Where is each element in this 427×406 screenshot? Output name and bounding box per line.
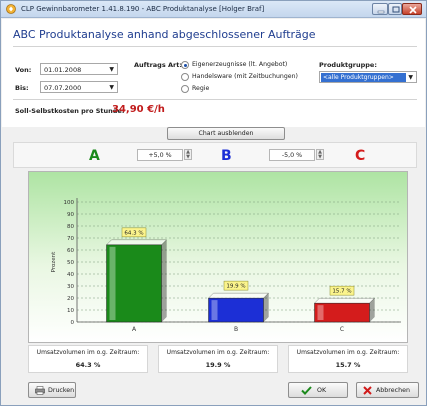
data-label: 19.9 % <box>226 284 245 290</box>
volume-value: 64.3 % <box>75 361 101 369</box>
y-tick-label: 90 <box>67 212 74 218</box>
page-title: ABC Produktanalyse anhand abgeschlossene… <box>13 28 316 41</box>
y-tick-label: 0 <box>71 320 75 326</box>
radio-handelsware[interactable]: Handelsware (mit Zeitbuchungen) <box>181 72 298 82</box>
volume-label: Umsatzvolumen im o.g. Zeitraum: <box>36 349 140 356</box>
spin-up-down-icon[interactable]: ▲ ▼ <box>184 149 192 160</box>
y-axis-label: Prozent <box>51 251 57 272</box>
bar-side-face <box>161 239 167 323</box>
radio-regie[interactable]: Regie <box>181 84 241 94</box>
cancel-label: Abbrechen <box>376 387 410 394</box>
cost-label: Soll-Selbstkosten pro Stunde: <box>15 107 125 115</box>
bar-top-face <box>105 239 168 246</box>
data-label: 15.7 % <box>332 289 351 295</box>
toggle-chart-button[interactable]: Chart ausblenden <box>167 127 285 140</box>
bis-date-field[interactable]: 07.07.2000 ▼ <box>40 81 118 93</box>
cancel-button[interactable]: Abbrechen <box>356 382 419 398</box>
bar-side-face <box>263 292 269 323</box>
cost-value: 34,90 €/h <box>112 104 165 115</box>
app-window: CLP Gewinnbarometer 1.41.8.190 - ABC Pro… <box>0 0 427 406</box>
y-tick-label: 20 <box>67 296 74 302</box>
volume-label: Umsatzvolumen im o.g. Zeitraum: <box>166 349 270 356</box>
x-tick-label: B <box>234 326 238 333</box>
y-tick-label: 50 <box>67 260 74 266</box>
produktgruppe-value: <alle Produktgruppen> <box>321 73 406 82</box>
ab-threshold-input[interactable]: +5,0 % <box>137 149 183 161</box>
chevron-down-icon[interactable]: ▼ <box>408 74 413 81</box>
volume-value: 15.7 % <box>335 361 361 369</box>
volume-value: 19.9 % <box>205 361 231 369</box>
von-label: Von: <box>15 66 32 74</box>
y-tick-label: 100 <box>64 200 75 206</box>
abc-chart: 0 10 20 30 40 50 60 70 80 90 100 Prozent 64.3 % A 19.9… <box>28 171 408 343</box>
y-tick-label: 30 <box>67 284 74 290</box>
y-tick-label: 80 <box>67 224 74 230</box>
abc-chart-svg: 0 10 20 30 40 50 60 70 80 90 100 Prozent 64.3 % A 19.9… <box>51 198 401 333</box>
bar-top-face <box>313 297 376 304</box>
close-icon <box>409 6 417 14</box>
chevron-down-icon[interactable]: ▼ <box>109 66 114 73</box>
close-button[interactable] <box>402 3 422 15</box>
divider <box>13 46 417 47</box>
radio-dot[interactable] <box>181 61 189 69</box>
window-title: CLP Gewinnbarometer 1.41.8.190 - ABC Pro… <box>21 5 265 13</box>
y-tick-label: 60 <box>67 248 74 254</box>
y-tick-label: 10 <box>67 308 74 314</box>
produktgruppe-label: Produktgruppe: <box>319 61 377 69</box>
bar-highlight <box>211 300 218 320</box>
ok-label: OK <box>317 387 327 394</box>
volume-row: Umsatzvolumen im o.g. Zeitraum: 64.3 % U… <box>28 345 408 373</box>
print-label: Drucken <box>48 387 75 394</box>
von-date-value: 01.01.2008 <box>44 66 82 74</box>
data-label: 64.3 % <box>124 230 143 236</box>
category-c-letter: C <box>355 148 366 164</box>
divider <box>13 99 417 100</box>
printer-icon <box>35 386 45 395</box>
y-tick-label: 70 <box>67 236 74 242</box>
volume-box-c: Umsatzvolumen im o.g. Zeitraum: 15.7 % <box>288 345 408 373</box>
radio-eigenerzeugnisse[interactable]: Eigenerzeugnisse (lt. Angebot) <box>181 60 293 70</box>
volume-box-b: Umsatzvolumen im o.g. Zeitraum: 19.9 % <box>158 345 278 373</box>
threshold-bar: A +5,0 % ▲ ▼ B -5,0 % ▲ ▼ C <box>13 142 417 168</box>
chevron-down-icon[interactable]: ▼ <box>109 84 114 91</box>
maximize-icon <box>392 6 400 13</box>
volume-label: Umsatzvolumen im o.g. Zeitraum: <box>296 349 400 356</box>
category-b-letter: B <box>221 148 232 164</box>
x-tick-label: C <box>340 326 344 333</box>
radio-dot[interactable] <box>181 85 189 93</box>
print-button[interactable]: Drucken <box>28 382 76 398</box>
title-bar[interactable]: CLP Gewinnbarometer 1.41.8.190 - ABC Pro… <box>1 1 426 18</box>
bar-highlight <box>109 246 116 320</box>
radio-label: Handelsware (mit Zeitbuchungen) <box>192 73 298 80</box>
app-icon <box>6 4 16 14</box>
ok-button[interactable]: OK <box>288 382 348 398</box>
bar-top-face <box>207 292 270 299</box>
category-a-letter: A <box>89 148 100 164</box>
minimize-icon <box>377 10 385 14</box>
minimize-button[interactable] <box>372 3 388 15</box>
von-date-field[interactable]: 01.01.2008 ▼ <box>40 63 118 75</box>
bar-highlight <box>317 305 324 320</box>
produktgruppe-select[interactable]: <alle Produktgruppen> ▼ <box>319 71 417 83</box>
spin-up-down-icon[interactable]: ▲ ▼ <box>316 149 324 160</box>
radio-dot[interactable] <box>181 73 189 81</box>
radio-label: Eigenerzeugnisse (lt. Angebot) <box>192 61 288 68</box>
checkmark-icon <box>301 386 312 395</box>
bis-label: Bis: <box>15 84 29 92</box>
cancel-x-icon <box>363 386 372 395</box>
radio-label: Regie <box>192 85 210 92</box>
bis-date-value: 07.07.2000 <box>44 84 82 92</box>
x-tick-label: A <box>132 326 137 333</box>
maximize-button[interactable] <box>388 3 402 15</box>
bc-threshold-input[interactable]: -5,0 % <box>269 149 315 161</box>
auftrags-art-label: Auftrags Art: <box>134 61 182 69</box>
volume-box-a: Umsatzvolumen im o.g. Zeitraum: 64.3 % <box>28 345 148 373</box>
y-tick-label: 40 <box>67 272 74 278</box>
